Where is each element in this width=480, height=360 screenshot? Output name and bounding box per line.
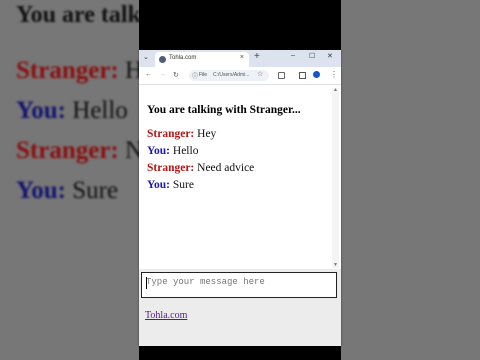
speaker-label: Stranger: [147, 162, 195, 174]
speaker-label: You: [147, 145, 171, 157]
speaker-label: You: [147, 179, 171, 191]
chat-message: Stranger: Need advice [147, 162, 254, 174]
background-zoomed-content: You are talking with Stranger... Strange… [341, 0, 480, 360]
browser-tab[interactable]: Tohla.com × [155, 52, 249, 67]
new-tab-button[interactable]: + [254, 51, 260, 62]
page-content: You are talking with Stranger... Strange… [139, 86, 341, 346]
text-cursor [146, 277, 147, 289]
forward-icon[interactable]: → [159, 71, 166, 78]
chat-scrollbar[interactable]: ▲ ▼ [332, 88, 339, 268]
info-icon[interactable]: ⓘ [192, 71, 198, 80]
background-line: You: Sure [16, 177, 119, 204]
message-text: Sure [170, 179, 194, 191]
scroll-down-icon[interactable]: ▼ [333, 263, 338, 268]
chat-message: You: Sure [147, 179, 194, 191]
chevron-down-icon[interactable]: ⌄ [143, 53, 149, 61]
message-text: Hey [194, 128, 217, 140]
composer-area: Tohla.com [139, 269, 341, 346]
address-scheme-label: File [199, 72, 208, 78]
globe-icon [159, 56, 166, 63]
profile-avatar-icon[interactable] [313, 71, 320, 78]
chat-message: Stranger: Hey [147, 128, 216, 140]
close-icon[interactable]: × [240, 54, 244, 61]
browser-window: ⌄ Tohla.com × + – ☐ ✕ ← → ↻ ⓘ File C:/Us… [139, 50, 341, 346]
chat-message: You: Hello [147, 145, 198, 157]
background-line: Stranger: Need advice [16, 137, 139, 164]
side-panel-icon[interactable] [299, 72, 306, 79]
tab-strip: ⌄ Tohla.com × + – ☐ ✕ [139, 50, 341, 67]
extensions-icon[interactable] [278, 72, 285, 79]
minimize-button[interactable]: – [291, 52, 295, 59]
footer-link[interactable]: Tohla.com [145, 310, 187, 321]
more-menu-icon[interactable]: ⋮ [330, 70, 338, 79]
chat-title: You are talking with Stranger... [147, 104, 301, 116]
background-line: You: Hello [16, 97, 128, 124]
background-panel-left: You are talking with Stranger... Strange… [0, 0, 139, 360]
close-window-button[interactable]: ✕ [327, 52, 333, 60]
speaker-label: Stranger: [147, 128, 195, 140]
background-zoomed-content: You are talking with Stranger... Strange… [0, 0, 139, 360]
message-text: Hello [170, 145, 199, 157]
star-icon[interactable]: ☆ [257, 70, 263, 78]
background-panel-right: You are talking with Stranger... Strange… [341, 0, 480, 360]
chat-log: You are talking with Stranger... Strange… [141, 88, 336, 268]
scroll-up-icon[interactable]: ▲ [333, 88, 338, 93]
background-line: Stranger: Hey [16, 57, 139, 84]
message-input[interactable] [141, 272, 337, 298]
background-title: You are talking with Stranger... [16, 2, 139, 28]
browser-toolbar: ← → ↻ ⓘ File C:/Users/Admi... ☆ ⋮ [139, 67, 341, 85]
back-icon[interactable]: ← [145, 71, 152, 78]
message-text: Need advice [194, 162, 255, 174]
address-url[interactable]: C:/Users/Admi... [213, 72, 249, 78]
reload-icon[interactable]: ↻ [173, 71, 179, 79]
maximize-button[interactable]: ☐ [309, 52, 315, 60]
tab-title: Tohla.com [169, 55, 197, 61]
